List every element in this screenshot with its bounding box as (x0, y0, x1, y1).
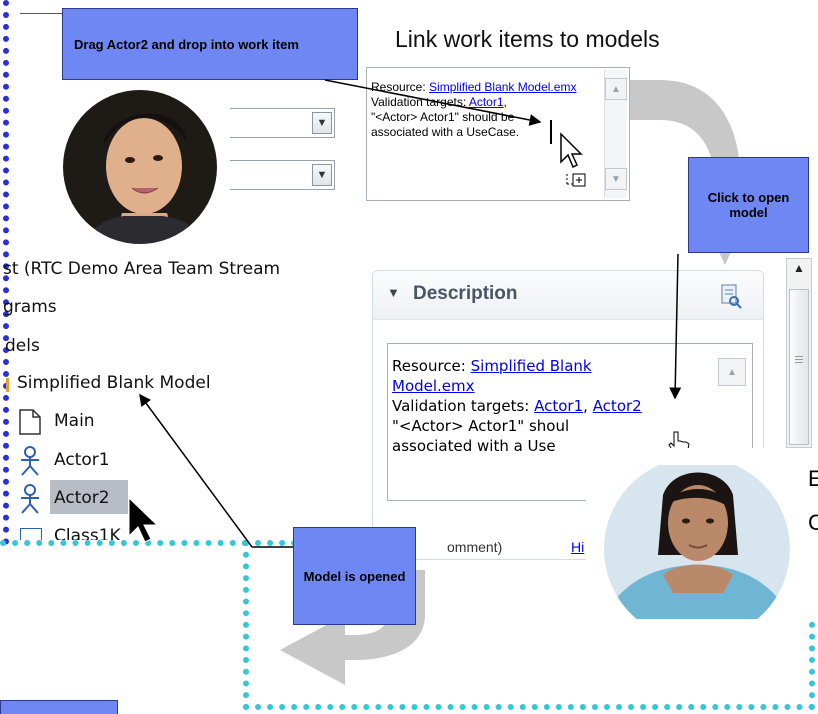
connector-lines (139, 79, 682, 548)
